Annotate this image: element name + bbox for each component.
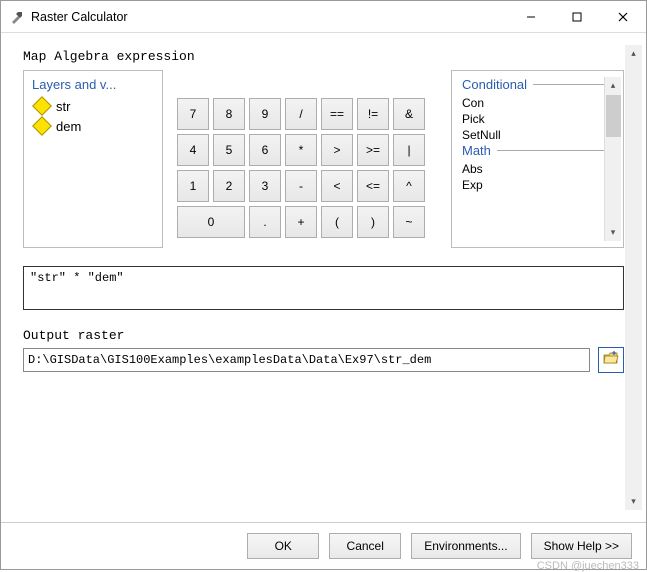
- output-label: Output raster: [23, 328, 624, 343]
- keypad-button-/[interactable]: /: [285, 98, 317, 130]
- tool-group-header: Math: [462, 143, 604, 158]
- environments-button[interactable]: Environments...: [411, 533, 520, 559]
- keypad-button-*[interactable]: *: [285, 134, 317, 166]
- ok-button[interactable]: OK: [247, 533, 319, 559]
- tool-item-exp[interactable]: Exp: [462, 177, 604, 193]
- keypad-button-9[interactable]: 9: [249, 98, 281, 130]
- hammer-icon: [9, 9, 25, 25]
- tools-scrollbar[interactable]: ▴ ▾: [604, 77, 621, 241]
- layers-list[interactable]: Layers and v... str dem: [23, 70, 163, 248]
- keypad-button--[interactable]: -: [285, 170, 317, 202]
- keypad-button-.[interactable]: .: [249, 206, 281, 238]
- keypad-button-&[interactable]: &: [393, 98, 425, 130]
- content-area: Map Algebra expression Layers and v... s…: [1, 33, 646, 522]
- keypad-button-2[interactable]: 2: [213, 170, 245, 202]
- layer-label: dem: [56, 119, 81, 134]
- layer-item[interactable]: str: [28, 96, 158, 116]
- keypad-button->=[interactable]: >=: [357, 134, 389, 166]
- expression-input[interactable]: "str" * "dem": [23, 266, 624, 310]
- browse-button[interactable]: [598, 347, 624, 373]
- tool-item-pick[interactable]: Pick: [462, 111, 604, 127]
- keypad-button-<[interactable]: <: [321, 170, 353, 202]
- keypad-button-4[interactable]: 4: [177, 134, 209, 166]
- layer-label: str: [56, 99, 70, 114]
- scroll-up-icon[interactable]: ▴: [625, 45, 642, 62]
- keypad-button-1[interactable]: 1: [177, 170, 209, 202]
- raster-diamond-icon: [32, 116, 52, 136]
- keypad-button-!=[interactable]: !=: [357, 98, 389, 130]
- cancel-button[interactable]: Cancel: [329, 533, 401, 559]
- scroll-thumb[interactable]: [606, 95, 621, 137]
- raster-calculator-window: Raster Calculator Map Algebra expression…: [0, 0, 647, 570]
- keypad-button-0[interactable]: 0: [177, 206, 245, 238]
- keypad-button-|[interactable]: |: [393, 134, 425, 166]
- keypad-button-)[interactable]: ): [357, 206, 389, 238]
- layers-header: Layers and v...: [28, 75, 158, 96]
- expression-label: Map Algebra expression: [23, 49, 624, 64]
- keypad-button-([interactable]: (: [321, 206, 353, 238]
- show-help-button[interactable]: Show Help >>: [531, 533, 632, 559]
- keypad-button-8[interactable]: 8: [213, 98, 245, 130]
- keypad-button-==[interactable]: ==: [321, 98, 353, 130]
- maximize-button[interactable]: [554, 1, 600, 32]
- scroll-down-icon[interactable]: ▾: [605, 224, 622, 241]
- watermark-text: CSDN @juechen333: [537, 560, 639, 572]
- tool-item-con[interactable]: Con: [462, 95, 604, 111]
- tools-list: Conditional ConPickSetNullMath AbsExp ▴ ▾: [451, 70, 624, 248]
- scroll-down-icon[interactable]: ▾: [625, 493, 642, 510]
- window-title: Raster Calculator: [31, 10, 128, 24]
- scroll-up-icon[interactable]: ▴: [605, 77, 622, 94]
- titlebar: Raster Calculator: [1, 1, 646, 33]
- raster-diamond-icon: [32, 96, 52, 116]
- keypad-button-6[interactable]: 6: [249, 134, 281, 166]
- keypad-button-5[interactable]: 5: [213, 134, 245, 166]
- keypad-button-+[interactable]: +: [285, 206, 317, 238]
- layer-item[interactable]: dem: [28, 116, 158, 136]
- dialog-footer: OK Cancel Environments... Show Help >> C…: [1, 522, 646, 569]
- keypad-button-^[interactable]: ^: [393, 170, 425, 202]
- keypad-button-3[interactable]: 3: [249, 170, 281, 202]
- tool-group-header: Conditional: [462, 77, 604, 92]
- keypad-button->[interactable]: >: [321, 134, 353, 166]
- keypad-button-7[interactable]: 7: [177, 98, 209, 130]
- operator-keypad: 789/==!=& 456*>>=| 123-<<=^ 0 .+()~: [177, 70, 437, 248]
- tool-item-abs[interactable]: Abs: [462, 161, 604, 177]
- keypad-button-~[interactable]: ~: [393, 206, 425, 238]
- tool-item-setnull[interactable]: SetNull: [462, 127, 604, 143]
- minimize-button[interactable]: [508, 1, 554, 32]
- close-button[interactable]: [600, 1, 646, 32]
- content-scrollbar[interactable]: ▴ ▾: [625, 45, 642, 510]
- keypad-button-<=[interactable]: <=: [357, 170, 389, 202]
- output-path-input[interactable]: [23, 348, 590, 372]
- folder-open-icon: [602, 349, 620, 372]
